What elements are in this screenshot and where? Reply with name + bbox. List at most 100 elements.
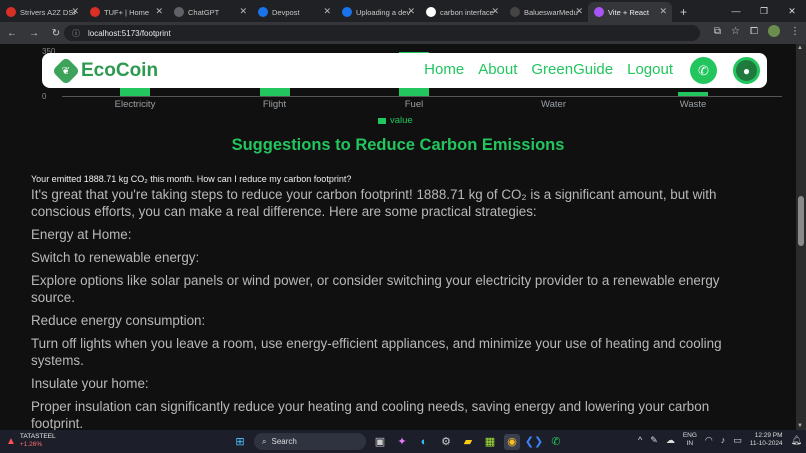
browser-tab[interactable]: Devpost ✕: [252, 2, 336, 22]
toolbar-actions: ⧉ ☆ ⧠ ⋮: [714, 25, 800, 37]
phone-icon: ✆: [698, 62, 709, 78]
tab-close-icon[interactable]: ✕: [239, 6, 247, 17]
back-icon[interactable]: ←: [2, 23, 22, 43]
menu-kebab-icon[interactable]: ⋮: [790, 26, 800, 37]
edge-icon[interactable]: ◐: [416, 434, 432, 450]
system-tray: ^ ✎ ☁ ENG IN ◠ ♪ ▭ 12:29 PM 11-10-2024 🔔…: [638, 432, 802, 448]
new-tab-button[interactable]: +: [672, 2, 695, 22]
browser-tab[interactable]: Uploading a dev ✕: [336, 2, 420, 22]
nav-link-about[interactable]: About: [478, 61, 517, 78]
x-tick-label: Flight: [262, 99, 287, 110]
browser-tab[interactable]: TUF+ | Home ✕: [84, 2, 168, 22]
cloud-icon[interactable]: ☁: [666, 435, 675, 446]
chart-bar[interactable]: [678, 91, 708, 96]
browser-tab[interactable]: Strivers A2Z DSA ✕: [0, 2, 84, 22]
reload-icon[interactable]: ↻: [46, 23, 66, 43]
scrollbar-thumb[interactable]: [798, 196, 804, 246]
suggestion-paragraph: Explore options like solar panels or win…: [31, 273, 720, 305]
tab-title: Uploading a dev: [356, 7, 411, 17]
browser-tab[interactable]: ChatGPT ✕: [168, 2, 252, 22]
tab-title: carbon interface: [440, 7, 494, 17]
phone-call-button[interactable]: ✆: [690, 57, 717, 84]
lang-region: IN: [686, 440, 694, 447]
nav-link-greenguide[interactable]: GreenGuide: [531, 61, 613, 78]
app-navbar: ❦ EcoCoin Home About GreenGuide Logout ✆…: [42, 53, 767, 88]
browser-tab-strip: Strivers A2Z DSA ✕ TUF+ | Home ✕ ChatGPT ✕ Dev…: [0, 0, 806, 22]
notification-bell-icon[interactable]: 🔔︎: [791, 435, 802, 446]
clock[interactable]: 12:29 PM 11-10-2024: [750, 432, 783, 448]
taskbar-search[interactable]: ⌕ Search: [254, 433, 366, 450]
nav-link-home[interactable]: Home: [424, 61, 464, 78]
profile-avatar[interactable]: [768, 25, 780, 37]
pycharm-icon[interactable]: ▦: [482, 434, 498, 450]
chrome-icon[interactable]: ◉: [504, 433, 520, 450]
stock-name: TATASTEEL: [19, 433, 56, 440]
whatsapp-icon[interactable]: ✆: [548, 434, 564, 450]
forward-icon[interactable]: →: [24, 23, 44, 43]
tab-title: Devpost: [272, 7, 300, 17]
brand-logo[interactable]: ❦ EcoCoin: [51, 56, 158, 85]
volume-icon[interactable]: ♪: [721, 435, 726, 445]
copilot-icon[interactable]: ✦: [394, 434, 410, 450]
tab-close-icon[interactable]: ✕: [407, 6, 415, 17]
os-taskbar: ▲ TATASTEEL +1.26% ⊞ ⌕ Search ▣ ✦ ◐ ⚙ ▰ …: [0, 430, 806, 453]
devpost-icon: [258, 7, 268, 17]
search-label: Search: [271, 437, 297, 446]
x-tick-label: Fuel: [404, 99, 424, 110]
clock-date: 11-10-2024: [749, 440, 783, 447]
extensions-icon[interactable]: ⧠: [750, 26, 758, 37]
language-indicator[interactable]: ENG IN: [683, 432, 697, 448]
address-bar[interactable]: ⓘ localhost:5173/footprint: [64, 25, 700, 41]
settings-icon[interactable]: ⚙: [438, 434, 454, 450]
tab-close-icon[interactable]: ✕: [659, 6, 667, 17]
site-info-icon[interactable]: ⓘ: [72, 28, 80, 39]
stock-widget[interactable]: ▲ TATASTEEL +1.26%: [6, 433, 56, 449]
tab-close-icon[interactable]: ✕: [575, 6, 583, 17]
close-window-icon[interactable]: ✕: [778, 0, 806, 22]
window-controls: — ❐ ✕: [722, 0, 806, 22]
battery-icon[interactable]: ▭: [733, 435, 742, 446]
stock-info: TATASTEEL +1.26%: [20, 433, 56, 449]
page-viewport: 350 0 Electricity Flight Fuel Water Waste va…: [0, 44, 796, 430]
vscode-icon[interactable]: ❮❯: [525, 434, 543, 450]
scroll-down-icon[interactable]: ▼: [797, 423, 803, 429]
browser-tab[interactable]: Vite + React ✕: [588, 2, 672, 22]
chart-legend[interactable]: value: [378, 115, 413, 126]
lang-code: ENG: [682, 432, 697, 439]
vite-icon: [594, 7, 604, 17]
minimize-icon[interactable]: —: [722, 0, 750, 22]
scroll-up-icon[interactable]: ▲: [797, 45, 803, 51]
browser-toolbar: ← → ↻ ⓘ localhost:5173/footprint ⧉ ☆ ⧠ ⋮: [0, 22, 806, 44]
translate-icon[interactable]: ⧉: [714, 26, 721, 37]
x-tick-label: Electricity: [114, 99, 156, 110]
tab-close-icon[interactable]: ✕: [323, 6, 331, 17]
tuf-icon: [6, 7, 16, 17]
pen-icon[interactable]: ✎: [650, 435, 658, 446]
browser-tab[interactable]: BalueswarMedu ✕: [504, 2, 588, 22]
bookmark-star-icon[interactable]: ☆: [731, 26, 740, 37]
wifi-icon[interactable]: ◠: [705, 435, 713, 446]
google-icon: [426, 7, 436, 17]
url-text: localhost:5173/footprint: [88, 28, 171, 38]
suggestion-paragraph: Energy at Home:: [31, 227, 132, 242]
suggestions-body: It's great that you're taking steps to r…: [31, 186, 761, 430]
stock-change: +1.26%: [19, 441, 43, 448]
taskbar-apps: ⊞ ⌕ Search ▣ ✦ ◐ ⚙ ▰ ▦ ◉ ❮❯ ✆: [232, 433, 564, 450]
suggestion-paragraph: It's great that you're taking steps to r…: [31, 187, 717, 219]
legend-label: value: [390, 115, 413, 126]
file-explorer-icon[interactable]: ▰: [460, 434, 476, 450]
restore-icon[interactable]: ❐: [750, 0, 778, 22]
user-profile-button[interactable]: ●: [733, 57, 760, 84]
tuf-icon: [90, 7, 100, 17]
y-tick-zero: 0: [42, 92, 47, 101]
task-view-icon[interactable]: ▣: [372, 434, 388, 450]
nav-link-logout[interactable]: Logout: [627, 61, 673, 78]
tab-close-icon[interactable]: ✕: [155, 6, 163, 17]
tab-close-icon[interactable]: ✕: [491, 6, 499, 17]
x-tick-label: Waste: [679, 99, 707, 110]
browser-tab[interactable]: carbon interface ✕: [420, 2, 504, 22]
tab-close-icon[interactable]: ✕: [71, 6, 79, 17]
tray-overflow-icon[interactable]: ^: [638, 435, 642, 445]
windows-start-icon[interactable]: ⊞: [232, 434, 248, 450]
page-scrollbar[interactable]: ▲ ▼: [796, 44, 806, 430]
